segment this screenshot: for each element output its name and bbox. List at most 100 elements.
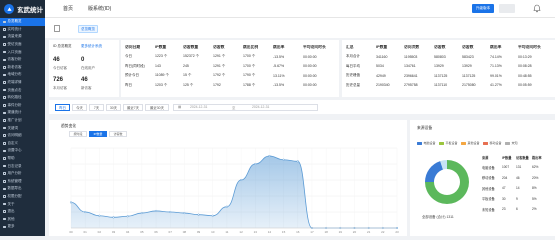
x-tick-label: 03 [112,230,116,234]
sidebar-item[interactable]: 终端详情 [0,79,45,87]
table-cell: 移动设备 [482,176,495,181]
stat-value: 726 [53,77,64,83]
stat-value: 46 [53,57,60,63]
column-header: 跳出率 [490,45,502,49]
account-chip[interactable] [499,4,515,13]
data-point [197,213,200,216]
sidebar-item[interactable]: 访客分析 [0,56,45,64]
upgrade-button[interactable]: 升级版本 [472,4,494,13]
sidebar-item[interactable]: 受访页面 [0,41,45,49]
x-tick-label: 23 [395,230,399,234]
sidebar-item[interactable]: 入口页面 [0,48,45,56]
menu-icon [3,202,6,206]
filter-button[interactable]: 最近30天 [145,103,169,111]
sidebar-menu: 总览概览 实时统计 流量来源 受访页面 入口页面 访客分析 新老访客 地域分布 终端详情 页面点击… [0,18,45,231]
sidebar-item[interactable]: 其他 [0,215,45,223]
sidebar-item[interactable]: 页面点击 [0,86,45,94]
logo-icon [4,4,14,14]
sidebar-item[interactable]: 关键词 [0,124,45,132]
x-tick-label: 08 [183,230,187,234]
x-tick-label: 10 [211,230,215,234]
x-tick-label: 21 [367,230,371,234]
sidebar-item[interactable]: 实时统计 [0,26,45,34]
menu-icon [3,111,6,115]
tab-overview[interactable]: 总览概览 [78,25,98,33]
date-range-picker[interactable]: ▦ 2024-12-31 至 2024-12-31 [173,103,318,111]
table-cell: 41.27% [490,83,502,88]
sidebar-item[interactable]: 日志记录 [0,162,45,170]
sidebar-item[interactable]: 访问明细 [0,132,45,140]
sidebar-item[interactable]: 地域分布 [0,71,45,79]
sidebar-item[interactable]: 系统管理 [0,177,45,185]
donut-slice [425,161,443,182]
stats-table-left-panel: 访问日期 IP数量 访客数量 访客数 跳出比例 跳出率 平均访问时长 今日 1223 个 1523… [121,40,339,97]
sidebar-item[interactable]: 用户分析 [0,170,45,178]
nav-home[interactable]: 首页 [63,5,73,12]
menu-icon [3,210,6,213]
column-header: IP数量 [155,45,167,49]
sidebar-item[interactable]: 权限分配 [0,193,45,201]
sidebar-item[interactable]: 自定义 [0,140,45,148]
table-cell: 152372 个 [183,54,200,59]
sidebar-item[interactable]: 转化路径 [0,94,45,102]
x-tick-label: 11 [225,230,228,234]
sidebar-item-label: 自定义 [7,140,19,145]
sidebar-item[interactable]: 设置中心 [0,147,45,155]
sidebar-item[interactable]: 数据导出 [0,185,45,193]
filter-button[interactable]: 昨日 [55,103,70,111]
sidebar-item[interactable]: 关于 [0,200,45,208]
data-point [98,214,101,217]
table-cell: 204 [502,175,508,180]
trend-chart: 00 01 02 03 04 05 06 07 08 09 10 11 12 13 14 15 16 17 18 19… [69,147,399,234]
sidebar-item-label: 更多 [7,224,15,229]
filter-button[interactable]: 30天 [106,103,121,111]
table-cell: 1223 个 [155,54,168,59]
data-point [296,160,299,163]
table-row: 未知设备 23 6 2% [482,204,546,215]
date-start: 2024-12-31 [190,105,208,109]
sidebar-item[interactable]: 退出 [0,208,45,216]
table-cell: 13929 [434,64,444,69]
bell-icon[interactable] [533,4,541,13]
x-tick-label: 04 [126,230,130,234]
filter-button[interactable]: 7天 [89,103,104,111]
sidebar-item-label: 关键词 [7,125,19,130]
sidebar-item[interactable]: 总览概览 [0,18,45,26]
sidebar-item-label: 受访页面 [7,42,22,47]
date-separator: 至 [232,105,236,110]
sidebar-item[interactable]: 更多 [0,223,45,231]
table-row: 平板设备 30 9 5% [482,194,546,205]
filter-button[interactable]: 今天 [72,103,87,111]
data-point [183,212,186,215]
sidebar-item[interactable]: 事件分析 [0,102,45,110]
sidebar-item-label: 设置中心 [7,148,22,153]
table-cell: 5% [532,196,537,201]
table-row: 昨日 1203 个 125 个 1792 1788 个 -13.5% 00:00:00 [125,81,337,91]
table-cell: 1788 个 [243,82,256,87]
nav-system[interactable]: 版系统(ID) [88,5,111,12]
sidebar-item[interactable]: 新老访客 [0,64,45,72]
table-cell: 2396641 [404,73,418,78]
menu-icon [3,81,6,84]
table-cell: 预计今日 [125,73,139,78]
table-cell: 9 [516,196,518,201]
table-cell: 历史峰值 [346,73,360,78]
table-cell: 未知设备 [482,207,495,212]
sidebar-item[interactable]: 渠道统计 [0,109,45,117]
x-tick-label: 17 [310,230,314,234]
sidebar-item[interactable]: 帮助 [0,155,45,163]
overview-title: ID 总览概览 [53,44,72,48]
column-header: 访问次数 [404,45,420,49]
app-logo[interactable]: 玄武统计 [0,0,45,18]
overview-link[interactable]: 更多统计系统 [81,44,102,49]
menu-icon [3,217,6,221]
table-cell: 30 [502,196,506,201]
sidebar-item[interactable]: 推广计划 [0,117,45,125]
filter-button[interactable]: 最近7天 [123,103,143,111]
sidebar-item-label: 帮助 [7,155,15,160]
data-point [254,162,257,166]
sidebar-item[interactable]: 流量来源 [0,33,45,41]
table-cell: 00:05:59 [518,83,532,88]
stat-label: 今日访客 [53,66,67,70]
column-header: 跳出率 [532,156,542,160]
